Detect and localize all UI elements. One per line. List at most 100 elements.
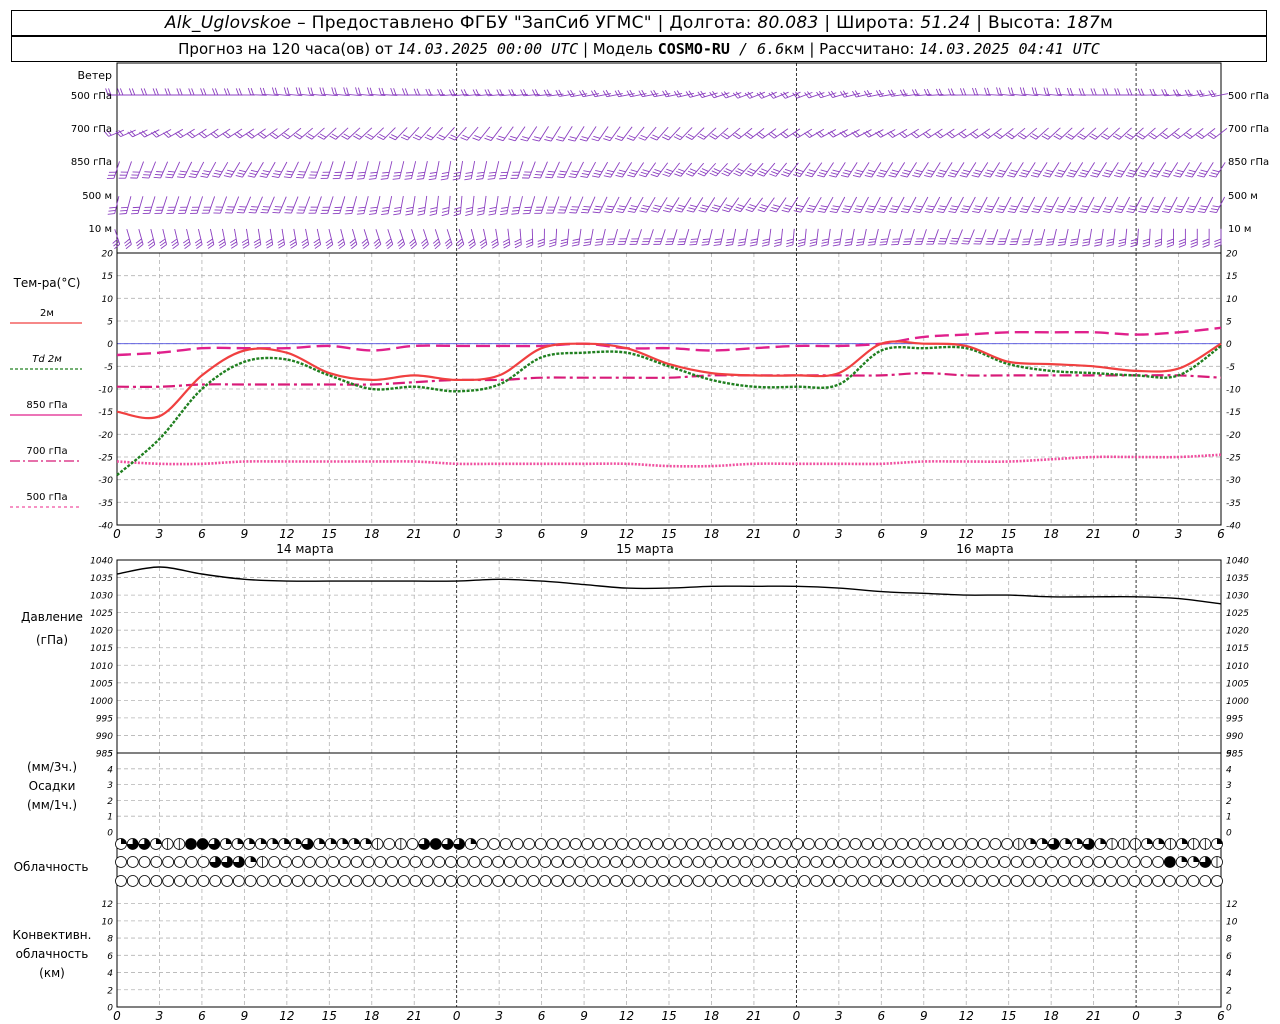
wind-barb-staff <box>599 196 608 213</box>
wind-barb-feather <box>370 171 378 174</box>
wind-barb-feather <box>1078 88 1082 96</box>
wind-barb-feather <box>958 133 965 139</box>
wind-barb-staff <box>239 128 255 139</box>
wind-level-label: 850 гПа <box>71 157 112 168</box>
wind-barb-staff <box>1120 162 1131 178</box>
cloud-circle <box>849 838 862 850</box>
wind-barb-feather <box>996 172 1004 175</box>
wind-barb-feather <box>1082 244 1090 247</box>
wind-barb-feather <box>939 169 947 173</box>
cloud-symbol <box>185 875 198 887</box>
wind-barb-feather <box>997 208 1005 211</box>
wind-barb <box>697 162 717 177</box>
wind-barb-staff <box>528 161 536 179</box>
x-tick-label: 6 <box>1217 1009 1225 1023</box>
wind-barb-feather <box>203 170 211 173</box>
wind-barb-staff <box>850 228 855 245</box>
wind-barb-feather <box>1046 169 1054 173</box>
cloud-circle <box>814 838 827 850</box>
wind-barb-feather <box>394 171 402 174</box>
wind-barb-feather <box>725 204 733 208</box>
wind-barb-feather <box>367 133 374 138</box>
wind-barb-feather <box>1207 134 1214 140</box>
wind-barb <box>1106 228 1116 247</box>
cloud-symbol <box>433 875 446 887</box>
wind-barb-feather <box>274 87 278 95</box>
wind-barb <box>786 228 795 248</box>
wind-barb-staff <box>919 196 929 213</box>
cloud-circle <box>987 856 999 868</box>
wind-barb-staff <box>574 126 585 142</box>
cloud-fill-sector <box>1193 856 1199 862</box>
wind-barb-feather <box>417 210 425 213</box>
wind-barb-feather <box>854 208 862 211</box>
y-tick-label-right: 2 <box>1226 797 1232 807</box>
cloud-fill-sector <box>354 838 360 844</box>
wind-barb-feather <box>786 238 794 242</box>
wind-barb-feather <box>1010 87 1014 95</box>
wind-barb-feather <box>1195 134 1203 140</box>
cloud-circle <box>1211 875 1223 887</box>
wind-barb-feather <box>120 206 129 209</box>
x-tick-label: 21 <box>407 1009 422 1023</box>
cloud-symbol <box>196 838 209 850</box>
wind-barb <box>496 126 514 142</box>
wind-barb <box>677 229 690 246</box>
wind-barb-staff <box>363 161 369 179</box>
y-tick-label: 1030 <box>90 592 113 602</box>
cloud-symbol <box>598 856 611 868</box>
wind-barb-feather <box>780 133 787 139</box>
cloud-circle <box>480 856 493 868</box>
wind-barb <box>537 228 545 248</box>
wind-barb-feather <box>1202 244 1210 248</box>
wind-barb-staff <box>1037 162 1048 178</box>
y-tick-label-right: -10 <box>1226 386 1241 396</box>
wind-barb-feather <box>248 212 256 214</box>
cloud-circle <box>1081 875 1094 887</box>
wind-barb-feather <box>985 208 993 211</box>
cloud-circle <box>1034 856 1047 868</box>
wind-barb-feather <box>640 134 648 139</box>
wind-barb <box>484 126 502 141</box>
wind-barb-feather <box>951 169 959 173</box>
wind-barb-feather <box>1148 134 1155 140</box>
wind-barb-feather <box>1199 89 1204 97</box>
wind-barb-feather <box>453 210 461 213</box>
wind-barb <box>809 228 819 247</box>
wind-barb-feather <box>224 131 231 137</box>
wind-barb-staff <box>987 128 1002 139</box>
wind-barb-feather <box>260 212 268 214</box>
wind-barb-feather <box>959 174 967 178</box>
cloud-circle <box>1152 875 1164 887</box>
x-tick-label: 0 <box>1132 527 1140 541</box>
wind-barb-feather <box>1126 133 1134 138</box>
wind-barb-staff <box>1001 162 1012 178</box>
wind-barb <box>583 228 594 247</box>
wind-barb-feather <box>880 238 888 240</box>
wind-barb <box>571 228 582 247</box>
cloud-circle <box>881 875 893 887</box>
wind-barb-feather <box>405 210 413 213</box>
wind-barb-feather <box>266 244 273 249</box>
wind-title: Ветер <box>78 69 112 82</box>
wind-barb-feather <box>890 208 898 211</box>
wind-barb-feather <box>1010 205 1018 208</box>
cloud-symbol <box>256 875 269 887</box>
wind-barb-feather <box>567 138 575 142</box>
wind-barb <box>165 161 181 179</box>
cloud-symbol <box>657 875 670 887</box>
wind-barb-staff <box>597 126 609 142</box>
cloud-symbol <box>221 856 233 868</box>
wind-barb-feather <box>1045 244 1053 246</box>
wind-barb-feather <box>959 88 964 96</box>
cloud-circle <box>268 856 281 868</box>
wind-barb-feather <box>617 208 625 211</box>
wind-barb-feather <box>238 88 243 96</box>
wind-barb-feather <box>176 176 185 179</box>
cloud-symbol <box>1163 856 1176 868</box>
wind-barb-feather <box>464 178 472 181</box>
cloud-symbol <box>256 856 269 868</box>
cloud-circle <box>362 856 375 868</box>
wind-barb-feather <box>891 169 899 173</box>
wind-barb-staff <box>148 161 157 179</box>
